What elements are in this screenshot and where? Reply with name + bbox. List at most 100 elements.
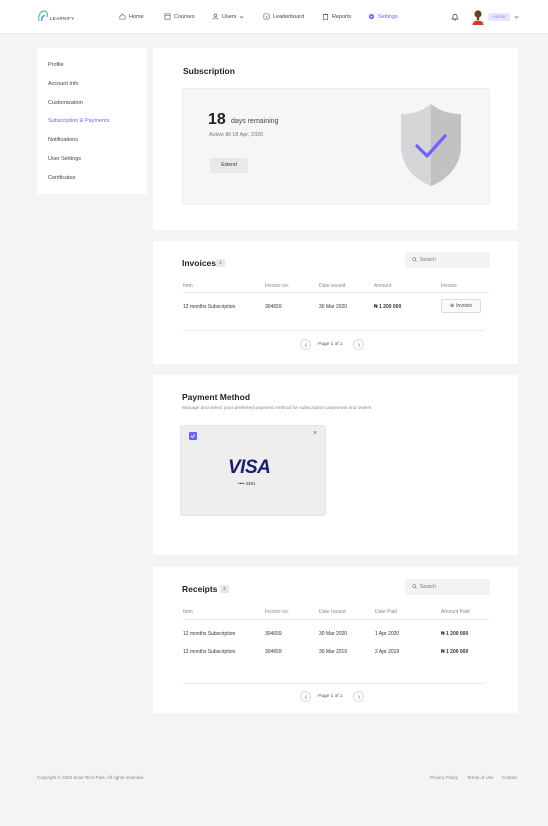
copyright-text: Copyright © 2020 Zone Tech Park. All rig… (37, 775, 145, 780)
chevron-left-icon (304, 343, 308, 347)
visa-card[interactable]: × VISA •••• 4491 (180, 425, 326, 516)
nav-courses[interactable]: Courses (164, 13, 194, 20)
footer-link-privacy[interactable]: Privacy Policy (430, 775, 458, 780)
nav-reports-label: Reports (332, 13, 352, 20)
nav-settings[interactable]: Settings (368, 13, 398, 20)
settings-sidebar: Profile Account Info Customization Subsc… (37, 48, 147, 194)
sidebar-item-certificates[interactable]: Certificates (48, 175, 76, 181)
subscription-panel: 18 days remaining Active till 18 Apr, 20… (182, 88, 490, 205)
column-header: Invoice (441, 283, 457, 289)
logo-text: LEARNIFY (50, 16, 75, 21)
column-header: Item (183, 283, 193, 289)
cell-invoice-no: 304659 (265, 631, 282, 637)
nav-users[interactable]: Users (212, 13, 247, 20)
sidebar-item-notifications[interactable]: Notifications (48, 137, 78, 143)
invoices-count-badge: 1 (216, 259, 225, 267)
cell-amount: ₦ 1 200 000 (374, 304, 402, 310)
payment-method-card: Payment Method Manage and select your pr… (153, 375, 518, 555)
card-select-checkbox[interactable] (189, 432, 197, 440)
next-page-button[interactable] (353, 339, 364, 350)
invoices-search-input[interactable]: Search (405, 252, 490, 268)
search-icon (412, 584, 417, 589)
nav-home-label: Home (129, 13, 144, 20)
admin-badge[interactable]: Admin (488, 13, 510, 21)
gear-icon (368, 13, 375, 20)
user-icon (212, 13, 219, 20)
divider (182, 619, 490, 620)
logo-icon (38, 10, 48, 22)
prev-page-button[interactable] (300, 691, 311, 702)
chevron-down-icon (240, 15, 244, 18)
days-remaining-label: days remaining (231, 118, 279, 125)
column-header: Amount Paid (441, 609, 470, 615)
remove-card-button[interactable]: × (313, 430, 317, 437)
invoice-download-button[interactable]: ⊕ Invoice (441, 299, 481, 313)
column-header: Date issued (319, 283, 346, 289)
column-header: Amount (374, 283, 392, 289)
cell-date: 30 Mar 2020 (319, 304, 348, 310)
search-placeholder: Search (420, 257, 436, 263)
bell-icon[interactable] (451, 12, 459, 21)
search-icon (412, 257, 417, 262)
nav-home[interactable]: Home (119, 13, 144, 20)
cell-item: 12 months Subscription (183, 631, 236, 637)
divider (183, 683, 485, 684)
cell-date-paid: 2 Apr 2019 (375, 649, 400, 655)
payment-method-title: Payment Method (182, 392, 251, 402)
cell-item: 12 months Subscription (183, 304, 236, 310)
cell-amount-paid: ₦ 1 200 000 (441, 631, 469, 637)
divider (183, 330, 485, 331)
top-navbar: LEARNIFY Home Courses Users Leaderboard … (0, 0, 548, 34)
nav-users-label: Users (222, 13, 237, 20)
receipts-count-badge: 2 (220, 585, 229, 593)
cell-date-issued: 30 Mar 2020 (319, 631, 348, 637)
sidebar-item-account-info[interactable]: Account Info (48, 81, 79, 87)
download-icon: ⊕ (449, 303, 455, 309)
receipts-title: Receipts (182, 584, 218, 594)
cell-item: 12 months Subscription (183, 649, 236, 655)
sidebar-item-customization[interactable]: Customization (48, 100, 83, 106)
search-placeholder: Search (420, 584, 436, 590)
footer-link-terms[interactable]: Terms of Use (467, 775, 494, 780)
footer-link-contact[interactable]: Contact (502, 775, 518, 780)
column-header: Item (183, 609, 193, 615)
column-header: Date Issued (319, 609, 346, 615)
chevron-right-icon (357, 695, 361, 699)
brand-logo[interactable]: LEARNIFY (37, 10, 74, 22)
cell-date-issued: 30 Mar 2019 (319, 649, 348, 655)
payment-method-subtitle: Manage and select your preferred payment… (182, 406, 373, 411)
subscription-title: Subscription (183, 66, 235, 76)
check-icon (190, 434, 196, 439)
active-till-text: Active till 18 Apr, 2020 (209, 132, 264, 138)
pagination-text: Page 1 of 1 (318, 342, 343, 347)
nav-reports[interactable]: Reports (322, 13, 351, 20)
nav-settings-label: Settings (378, 13, 398, 20)
prev-page-button[interactable] (300, 339, 311, 350)
clipboard-icon (323, 13, 328, 20)
sidebar-item-profile[interactable]: Profile (48, 62, 64, 68)
next-page-button[interactable] (353, 691, 364, 702)
nav-courses-label: Courses (174, 13, 195, 20)
receipts-search-input[interactable]: Search (405, 579, 490, 595)
invoices-title: Invoices (182, 258, 217, 268)
leaderboard-icon (263, 13, 270, 20)
chevron-left-icon (304, 695, 308, 699)
card-last-digits: •••• 4491 (238, 481, 256, 486)
chevron-down-icon[interactable] (514, 15, 519, 19)
column-header: Invoice no. (265, 283, 290, 289)
cell-amount-paid: ₦ 1 200 000 (441, 649, 469, 655)
column-header: Date Paid (375, 609, 397, 615)
cell-invoice-no: 304659 (265, 649, 282, 655)
receipts-card: Receipts 2 Search Item Invoice no. Date … (153, 567, 518, 713)
avatar[interactable] (471, 9, 485, 25)
cell-invoice-no: 304659 (265, 304, 282, 310)
extend-button[interactable]: Extend (210, 158, 248, 173)
sidebar-item-user-settings[interactable]: User Settings (48, 156, 81, 162)
cell-date-paid: 1 Apr 2020 (375, 631, 400, 637)
divider (182, 292, 490, 293)
pagination-text: Page 1 of 1 (318, 694, 343, 699)
nav-leaderboard[interactable]: Leaderboard (263, 13, 304, 20)
days-remaining-number: 18 (208, 111, 226, 128)
book-icon (164, 13, 171, 20)
sidebar-item-subscription-payments[interactable]: Subscription & Payments (48, 118, 109, 124)
